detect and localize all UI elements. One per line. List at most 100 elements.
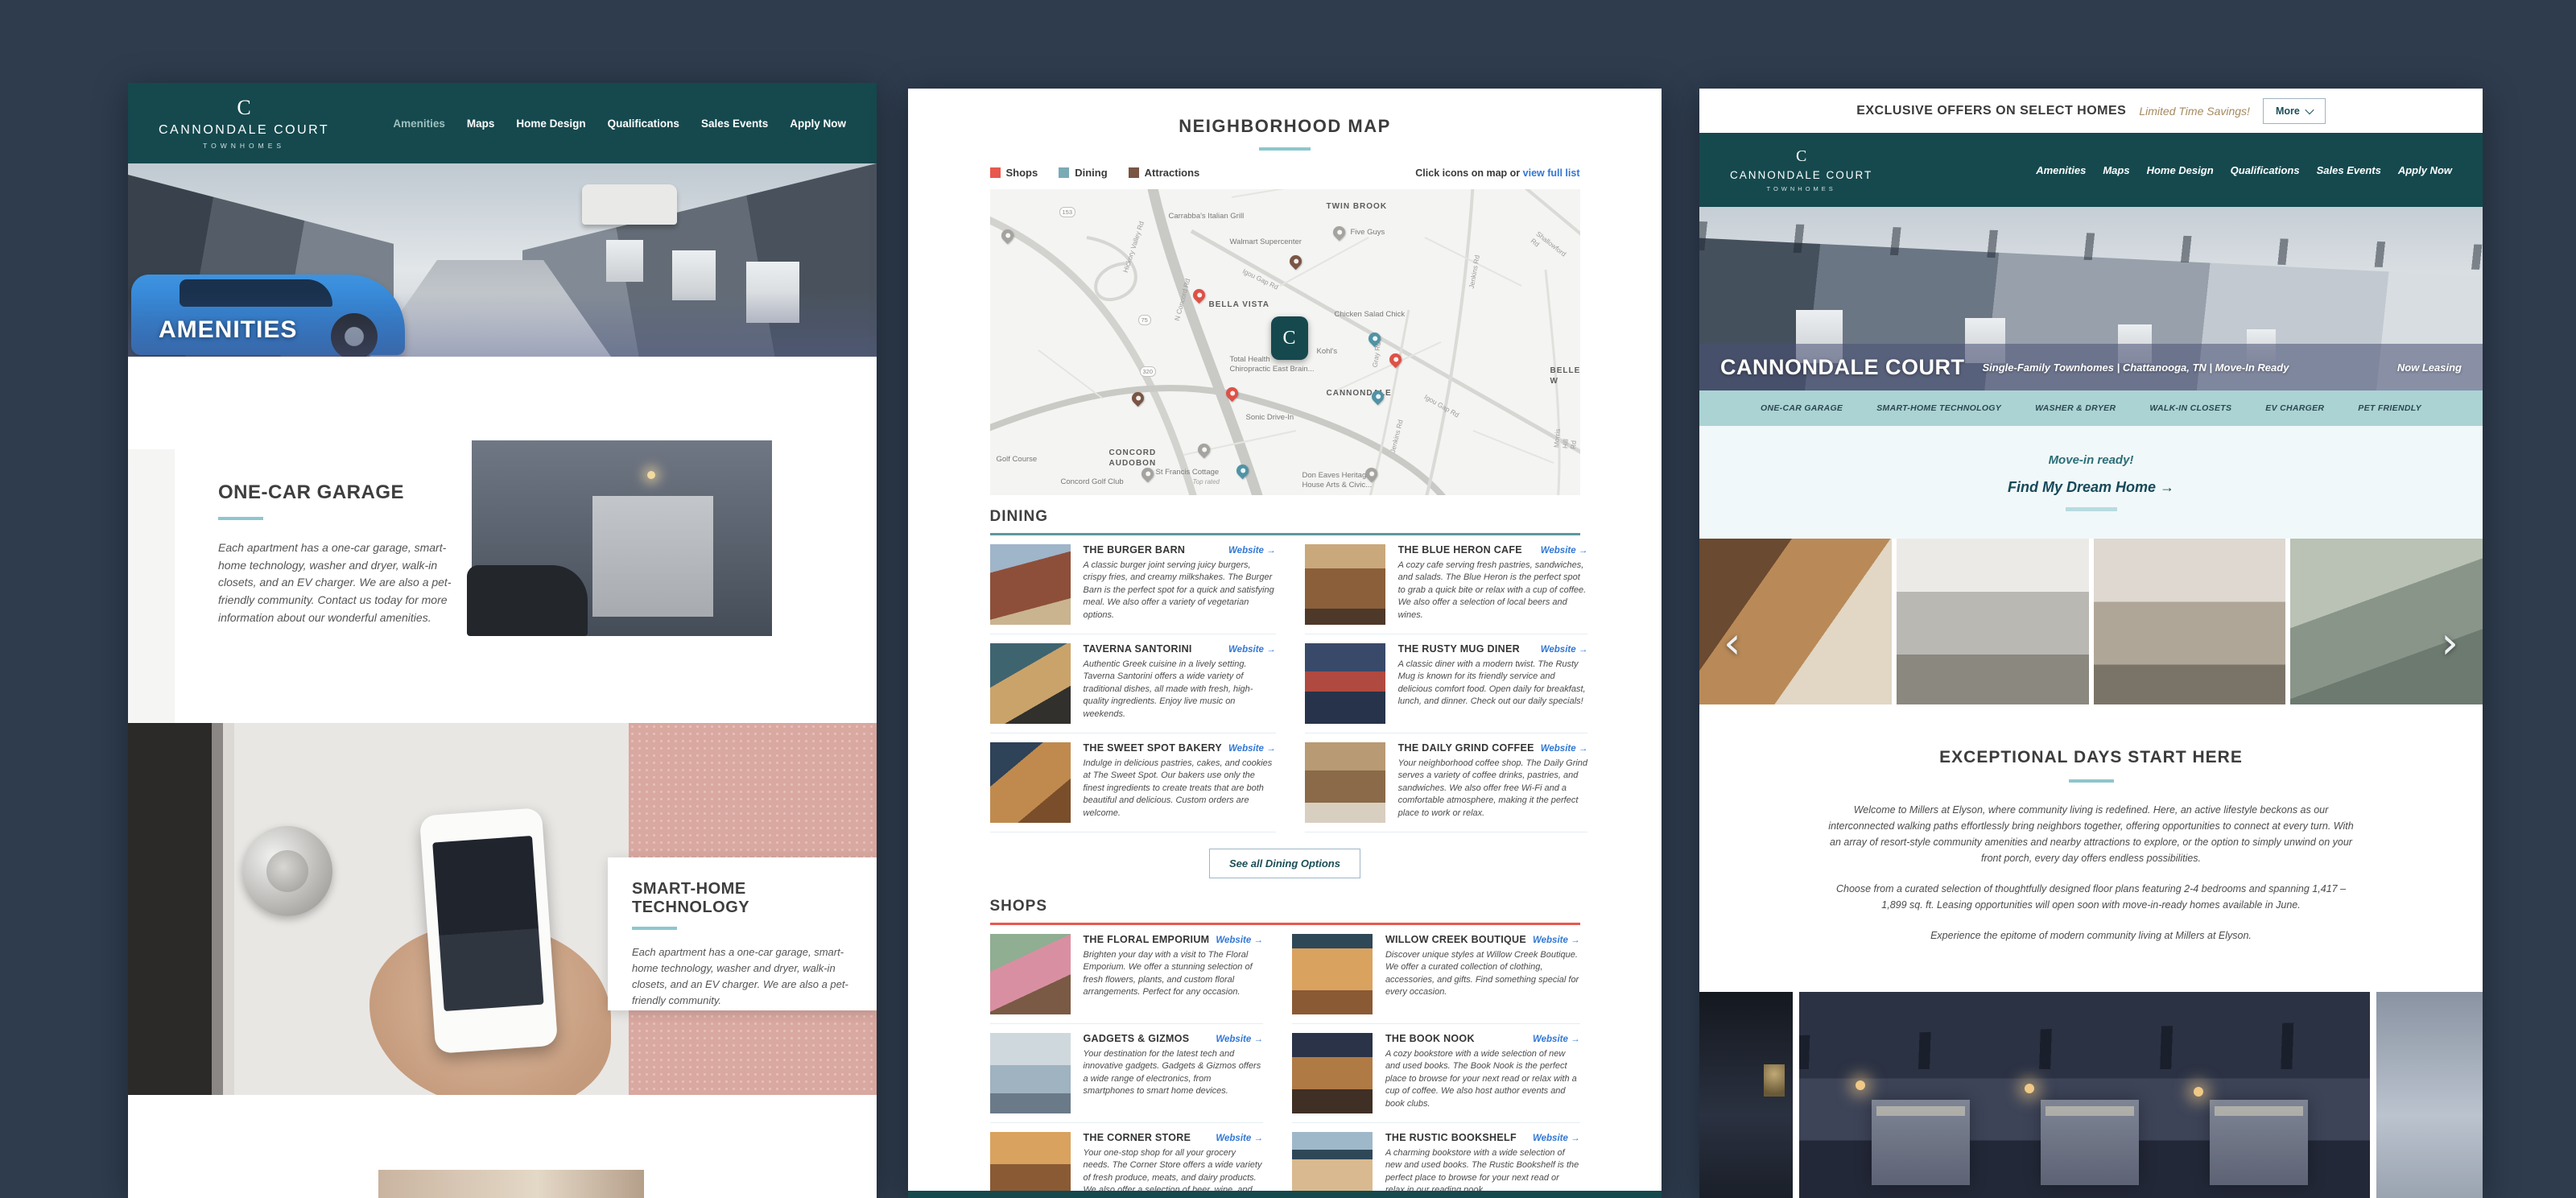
- listing-desc: Discover unique styles at Willow Creek B…: [1385, 949, 1580, 999]
- map-poi-label: St Francis Cottage: [1156, 468, 1220, 477]
- legend-label: Shops: [1006, 167, 1038, 179]
- website-link[interactable]: Website →: [1533, 936, 1580, 945]
- list-item: TAVERNA SANTORINI Website → Authentic Gre…: [990, 634, 1276, 733]
- dining-list: THE BURGER BARNWebsite → A classic burge…: [990, 535, 1580, 832]
- listing-photo: [1292, 934, 1373, 1014]
- listing-desc: Indulge in delicious pastries, cakes, an…: [1084, 758, 1276, 820]
- list-item: THE BURGER BARNWebsite → A classic burge…: [990, 535, 1276, 634]
- nav-home-design[interactable]: Home Design: [516, 118, 585, 130]
- nav-home-design[interactable]: Home Design: [2147, 164, 2214, 176]
- nav-maps[interactable]: Maps: [2103, 164, 2129, 176]
- smart-lock-photo: [128, 723, 629, 1095]
- map-area-label: CONCORD AUDOBON: [1109, 448, 1157, 469]
- title-underline: [2069, 779, 2114, 783]
- website-link[interactable]: Website →: [1216, 1035, 1263, 1044]
- door-frame-graphic: [128, 723, 234, 1095]
- property-map-marker[interactable]: C: [1271, 316, 1308, 360]
- website-link[interactable]: Website →: [1541, 645, 1588, 655]
- website-link[interactable]: Website →: [1533, 1134, 1580, 1143]
- nav-maps[interactable]: Maps: [467, 118, 495, 130]
- legend-dining: Dining: [1059, 167, 1107, 179]
- nav-amenities[interactable]: Amenities: [393, 118, 445, 130]
- chevron-down-icon: [2305, 105, 2314, 114]
- legend-label: Dining: [1075, 167, 1107, 179]
- website-link[interactable]: Website →: [1541, 744, 1588, 754]
- listing-photo: [1305, 742, 1385, 823]
- parked-car-graphic: [467, 565, 588, 636]
- section-body: Each apartment has a one-car garage, sma…: [218, 539, 474, 626]
- listing-name: THE DAILY GRIND COFFEE: [1398, 742, 1534, 754]
- listing-photo: [1292, 1033, 1373, 1113]
- more-button[interactable]: More: [2263, 98, 2326, 124]
- photo-carousel: [1699, 992, 2483, 1198]
- website-link[interactable]: Website →: [1216, 936, 1263, 945]
- nav-qualifications[interactable]: Qualifications: [2231, 164, 2300, 176]
- listing-name: GADGETS & GIZMOS: [1084, 1033, 1190, 1044]
- amenity-item: ONE-CAR GARAGE: [1761, 403, 1843, 413]
- listing-desc: A charming bookstore with a wide selecti…: [1385, 1147, 1580, 1197]
- section-underline: [632, 927, 677, 930]
- map-poi-label: Chicken Salad Chick: [1335, 310, 1406, 320]
- dining-swatch-icon: [1059, 167, 1069, 178]
- section-body: Each apartment has a one-car garage, sma…: [632, 944, 852, 1010]
- nav-sales-events[interactable]: Sales Events: [2317, 164, 2381, 176]
- route-shield: 75: [1138, 315, 1151, 325]
- carousel-prev-icon[interactable]: ‹: [1724, 622, 1741, 665]
- listing-name: THE SWEET SPOT BAKERY: [1084, 742, 1223, 754]
- listing-name: THE FLORAL EMPORIUM: [1084, 934, 1210, 945]
- map-page-title: NEIGHBORHOOD MAP: [990, 116, 1580, 137]
- property-subtitle: Single-Family Townhomes | Chattanooga, T…: [1982, 361, 2289, 374]
- carousel-next-icon[interactable]: ›: [2441, 622, 2458, 665]
- view-full-list-link[interactable]: view full list: [1523, 167, 1580, 179]
- about-paragraph: Experience the epitome of modern communi…: [1922, 927, 2260, 944]
- listing-name: TAVERNA SANTORINI: [1084, 643, 1192, 655]
- listing-name: THE BLUE HERON CAFE: [1398, 544, 1522, 556]
- home-page-panel: EXCLUSIVE OFFERS ON SELECT HOMES Limited…: [1699, 89, 2483, 1198]
- about-paragraph: Choose from a curated selection of thoug…: [1827, 881, 2355, 913]
- website-link[interactable]: Website →: [1228, 546, 1276, 556]
- website-link[interactable]: Website →: [1541, 546, 1588, 556]
- attractions-swatch-icon: [1129, 167, 1139, 178]
- page-title: AMENITIES: [159, 316, 297, 344]
- amenity-strip: ONE-CAR GARAGE SMART-HOME TECHNOLOGY WAS…: [1699, 390, 2483, 426]
- nav-apply-now[interactable]: Apply Now: [2398, 164, 2452, 176]
- website-link[interactable]: Website →: [1216, 1134, 1263, 1143]
- map-poi-label: Five Guys: [1351, 228, 1385, 238]
- garage-photo: [472, 440, 772, 636]
- amenity-item: WALK-IN CLOSETS: [2149, 403, 2231, 413]
- offer-banner: EXCLUSIVE OFFERS ON SELECT HOMES Limited…: [1699, 89, 2483, 133]
- desktop-background: C CANNONDALE COURT TOWNHOMES Amenities M…: [0, 0, 2576, 1198]
- map-legend: Shops Dining Attractions: [990, 167, 1200, 179]
- porch-light-graphic: [2194, 1087, 2203, 1097]
- website-link[interactable]: Website →: [1533, 1035, 1580, 1044]
- website-link[interactable]: Website →: [1228, 645, 1276, 655]
- map-area-label: BELLA VISTA: [1209, 300, 1269, 311]
- nav-sales-events[interactable]: Sales Events: [701, 118, 768, 130]
- map-legend-row: Shops Dining Attractions Click icons on …: [990, 167, 1580, 179]
- map-poi-label: Sonic Drive-In: [1246, 413, 1294, 423]
- nav-apply-now[interactable]: Apply Now: [790, 118, 846, 130]
- roofline-graphic: [1799, 1021, 2370, 1069]
- section-title: ONE-CAR GARAGE: [218, 481, 474, 504]
- map-poi-label: Don Eaves Heritage House Arts & Civic...: [1302, 471, 1373, 490]
- brand-logo[interactable]: C CANNONDALE COURT TOWNHOMES: [1730, 148, 1872, 192]
- bedroom-photo: [2094, 539, 2286, 704]
- listing-desc: A cozy bookstore with a wide selection o…: [1385, 1048, 1580, 1110]
- neighborhood-map[interactable]: TWIN BROOK BELLA VISTA BELLEAU W CANNOND…: [990, 189, 1580, 495]
- listing-desc: Authentic Greek cuisine in a lively sett…: [1084, 659, 1276, 721]
- website-link[interactable]: Website →: [1228, 744, 1276, 754]
- map-poi-label: Kohl's: [1317, 347, 1338, 357]
- amenity-item: EV CHARGER: [2265, 403, 2324, 413]
- brand-logo[interactable]: C CANNONDALE COURT TOWNHOMES: [159, 97, 329, 150]
- listing-photo: [990, 544, 1071, 625]
- list-item: THE FLORAL EMPORIUMWebsite → Brighten yo…: [990, 925, 1263, 1024]
- nav-qualifications[interactable]: Qualifications: [608, 118, 679, 130]
- list-item: WILLOW CREEK BOUTIQUEWebsite → Discover …: [1292, 925, 1580, 1024]
- listing-desc: Your destination for the latest tech and…: [1084, 1048, 1263, 1098]
- nav-amenities[interactable]: Amenities: [2036, 164, 2086, 176]
- see-all-dining-button[interactable]: See all Dining Options: [1209, 849, 1360, 878]
- find-dream-home-link[interactable]: Find My Dream Home →: [2008, 479, 2174, 496]
- listing-photo: [990, 934, 1071, 1014]
- listing-photo: [990, 1033, 1071, 1113]
- listing-name: THE BOOK NOOK: [1385, 1033, 1475, 1044]
